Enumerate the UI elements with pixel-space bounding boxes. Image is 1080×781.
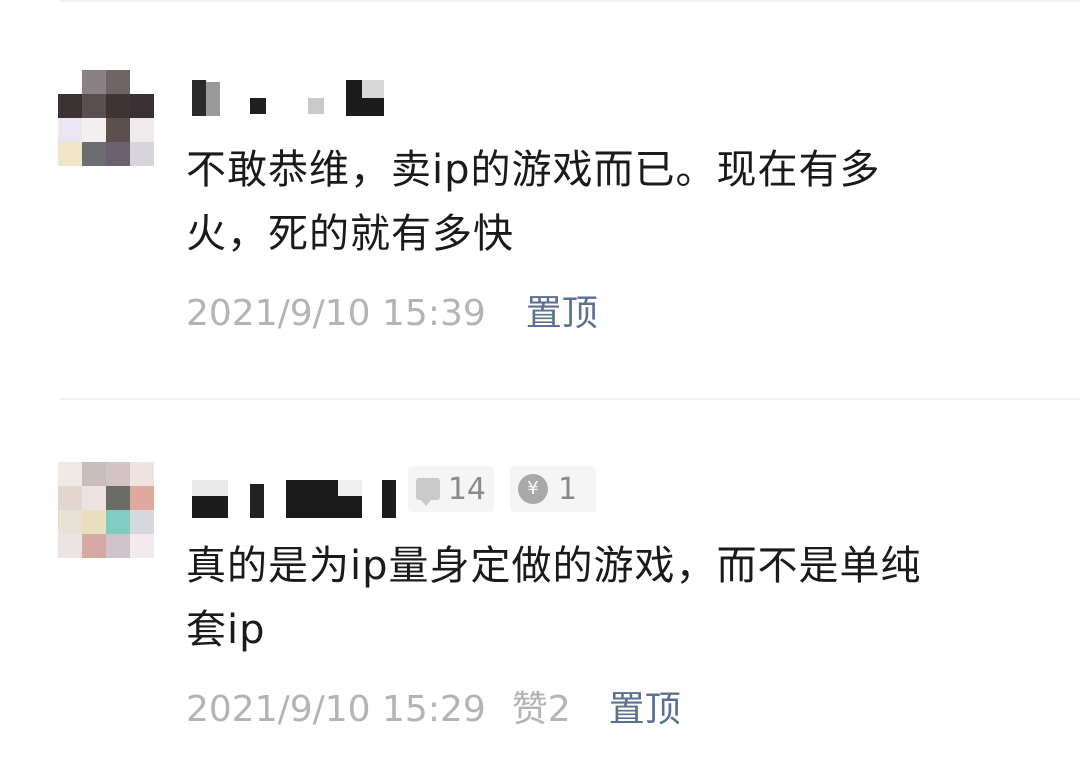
comment-meta: 2021/9/10 15:39 置顶: [186, 294, 598, 334]
speech-bubble-icon: [416, 478, 440, 506]
top-divider: [60, 0, 1080, 2]
comment-text: 不敢恭维，卖ip的游戏而已。现在有多 火，死的就有多快: [186, 138, 1026, 266]
comment-text-line: 真的是为ip量身定做的游戏，而不是单纯: [186, 543, 922, 589]
comment-meta: 2021/9/10 15:29 赞2 置顶: [186, 690, 681, 730]
like-count[interactable]: 赞2: [512, 689, 571, 730]
comment-text-line: 套ip: [186, 607, 266, 653]
comment-text-line: 不敢恭维，卖ip的游戏而已。现在有多: [186, 147, 881, 193]
timestamp: 2021/9/10 15:39: [186, 293, 486, 334]
pin-button[interactable]: 置顶: [609, 689, 681, 730]
comment-text: 真的是为ip量身定做的游戏，而不是单纯 套ip: [186, 534, 1026, 662]
username-censored[interactable]: [190, 78, 390, 118]
pin-button[interactable]: 置顶: [526, 293, 598, 334]
timestamp: 2021/9/10 15:29: [186, 689, 486, 730]
comment-divider: [60, 398, 1080, 400]
reply-count: 14: [447, 471, 486, 507]
coin-count: 1: [558, 471, 578, 507]
comment-list: 不敢恭维，卖ip的游戏而已。现在有多 火，死的就有多快 2021/9/10 15…: [0, 0, 1080, 781]
comment-text-line: 火，死的就有多快: [186, 211, 514, 257]
avatar[interactable]: [58, 70, 154, 166]
reply-count-badge[interactable]: 14: [408, 466, 494, 512]
yuan-coin-icon: ¥: [518, 474, 548, 504]
coin-count-badge[interactable]: ¥ 1: [510, 466, 596, 512]
avatar[interactable]: [58, 462, 154, 558]
username-censored[interactable]: [190, 478, 410, 518]
